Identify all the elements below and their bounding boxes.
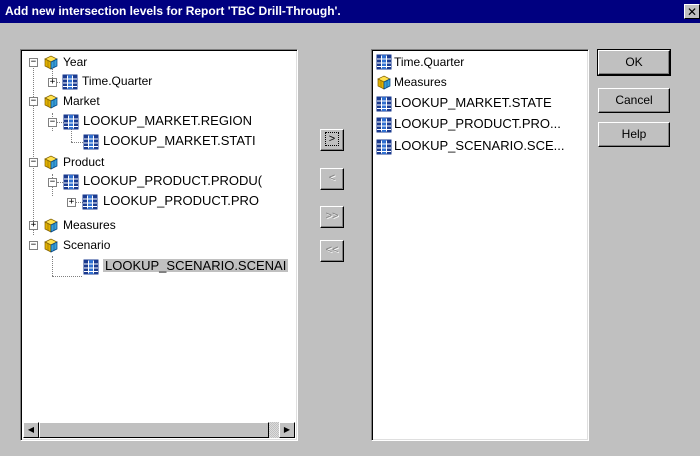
tree-node-lookup-product-product[interactable]: − LOOKUP_PRODUCT.PRODU( — [21, 173, 297, 190]
collapse-icon[interactable]: − — [29, 97, 38, 106]
cube-icon — [44, 238, 58, 253]
level-table-icon — [376, 117, 392, 133]
level-table-icon — [63, 114, 79, 130]
level-table-icon — [62, 74, 78, 90]
level-table-icon — [83, 134, 99, 150]
scrollbar-thumb[interactable] — [39, 422, 269, 438]
add-level-button[interactable]: > — [320, 129, 344, 151]
remove-level-label: < — [328, 172, 336, 184]
tree-node-label: Scenario — [63, 238, 111, 252]
add-all-levels-button[interactable]: >> — [320, 206, 344, 228]
collapse-icon[interactable]: − — [48, 118, 57, 127]
close-icon: ✕ — [686, 5, 698, 19]
tree-node-lookup-market-state[interactable]: LOOKUP_MARKET.STATI — [21, 133, 297, 150]
tree-node-label: Measures — [63, 218, 116, 232]
cancel-button[interactable]: Cancel — [598, 88, 670, 113]
level-table-icon — [82, 194, 98, 210]
level-table-icon — [376, 139, 392, 155]
remove-all-label: << — [325, 244, 339, 256]
collapse-icon[interactable]: − — [29, 241, 38, 250]
close-button[interactable]: ✕ — [684, 4, 700, 19]
level-table-icon — [63, 174, 79, 190]
list-item-label: LOOKUP_SCENARIO.SCE... — [394, 138, 565, 153]
level-table-icon — [83, 259, 99, 275]
scroll-left-icon: ◀ — [27, 425, 35, 434]
collapse-icon[interactable]: − — [29, 158, 38, 167]
tree-node-lookup-market-region[interactable]: − LOOKUP_MARKET.REGION — [21, 113, 297, 130]
expand-icon[interactable]: + — [67, 198, 76, 207]
ok-button[interactable]: OK — [597, 49, 671, 76]
tree-node-product[interactable]: − Product — [21, 154, 291, 171]
tree-node-year[interactable]: − Year — [21, 54, 291, 71]
tree-node-label: Product — [63, 155, 105, 169]
expand-icon[interactable]: + — [29, 221, 38, 230]
dimension-tree[interactable]: − Year + Time.Quarter − Market − LOOKUP_… — [20, 49, 298, 441]
cube-icon — [44, 55, 58, 70]
dialog-title: Add new intersection levels for Report '… — [5, 4, 341, 18]
tree-node-label: LOOKUP_PRODUCT.PRO — [103, 193, 260, 208]
remove-all-levels-button[interactable]: << — [320, 240, 344, 262]
tree-node-label: Time.Quarter — [82, 74, 153, 88]
level-table-icon — [376, 54, 392, 70]
tree-node-time-quarter[interactable]: + Time.Quarter — [21, 73, 291, 90]
tree-node-label: LOOKUP_MARKET.STATI — [103, 133, 256, 148]
tree-node-lookup-scenario[interactable]: LOOKUP_SCENARIO.SCENAI — [21, 258, 297, 275]
cube-icon — [44, 218, 58, 233]
add-all-label: >> — [325, 210, 339, 222]
list-item-label: LOOKUP_MARKET.STATE — [394, 95, 552, 110]
tree-horizontal-scrollbar[interactable]: ◀ ▶ — [23, 422, 295, 438]
cube-icon — [44, 155, 58, 170]
list-item-lookup-product[interactable]: LOOKUP_PRODUCT.PRO... — [372, 116, 586, 133]
cube-icon — [377, 75, 391, 90]
list-item-lookup-market-state[interactable]: LOOKUP_MARKET.STATE — [372, 95, 586, 112]
tree-node-label: LOOKUP_PRODUCT.PRODU( — [83, 173, 263, 188]
list-item-lookup-scenario[interactable]: LOOKUP_SCENARIO.SCE... — [372, 138, 586, 155]
list-item-label: Measures — [394, 75, 447, 89]
scroll-right-icon: ▶ — [283, 425, 291, 434]
selected-levels-list[interactable]: Time.Quarter Measures LOOKUP_MARKET.STAT… — [371, 49, 589, 441]
tree-node-label: Year — [63, 55, 88, 69]
tree-node-scenario[interactable]: − Scenario — [21, 237, 291, 254]
collapse-icon[interactable]: − — [29, 58, 38, 67]
tree-node-label-selected: LOOKUP_SCENARIO.SCENAI — [103, 258, 289, 273]
collapse-icon[interactable]: − — [48, 178, 57, 187]
remove-level-button[interactable]: < — [320, 168, 344, 190]
list-item-label: LOOKUP_PRODUCT.PRO... — [394, 116, 561, 131]
scroll-right-button[interactable]: ▶ — [279, 422, 295, 438]
add-level-label: > — [324, 132, 340, 146]
list-item-label: Time.Quarter — [394, 55, 465, 69]
tree-node-market[interactable]: − Market — [21, 93, 291, 110]
tree-connector — [52, 276, 82, 277]
dialog-titlebar[interactable]: Add new intersection levels for Report '… — [0, 0, 700, 23]
tree-node-label: LOOKUP_MARKET.REGION — [83, 113, 253, 128]
help-button[interactable]: Help — [598, 122, 670, 147]
cube-icon — [44, 94, 58, 109]
tree-node-measures[interactable]: + Measures — [21, 217, 291, 234]
level-table-icon — [376, 96, 392, 112]
tree-node-lookup-product-pro[interactable]: + LOOKUP_PRODUCT.PRO — [21, 193, 297, 210]
expand-icon[interactable]: + — [48, 78, 57, 87]
list-item-time-quarter[interactable]: Time.Quarter — [372, 54, 586, 71]
tree-node-label: Market — [63, 94, 100, 108]
scroll-left-button[interactable]: ◀ — [23, 422, 39, 438]
list-item-measures[interactable]: Measures — [372, 74, 586, 91]
